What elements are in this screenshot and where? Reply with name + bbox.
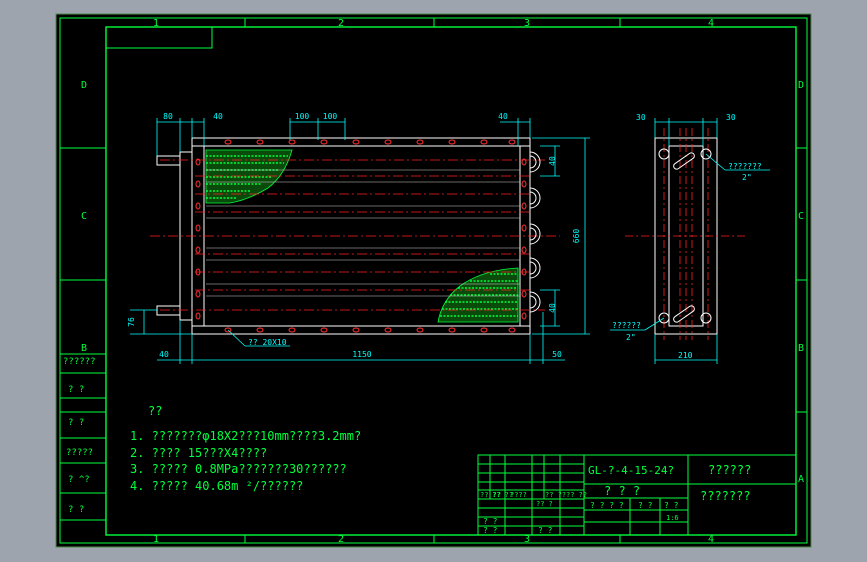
callout-top: ??????? <box>728 162 762 171</box>
name-sub: ? ? ? <box>604 484 640 498</box>
hdr-cell-5: ?? ?? <box>566 491 587 499</box>
zone-right-d: D <box>798 80 804 91</box>
drawing-number: GL-?-4-15-24? <box>588 464 674 477</box>
strip-label-1: ?????? <box>63 357 96 367</box>
zone-bottom-3: 3 <box>524 534 530 545</box>
cell-b: ? ? <box>638 501 653 510</box>
zone-top-4: 4 <box>708 18 714 29</box>
zone-top-1: 1 <box>153 18 159 29</box>
dim-40-top-left: 40 <box>213 112 223 121</box>
strip-label-2: ? ? <box>68 385 84 395</box>
organization: ??????? <box>700 489 751 503</box>
dim-40-bottom: 40 <box>159 350 169 359</box>
dim-50: 50 <box>552 350 562 359</box>
dim-40-top-right: 40 <box>498 112 508 121</box>
dim-30-left: 30 <box>636 113 646 122</box>
callout-top-sub: 2" <box>742 173 752 182</box>
dim-210: 210 <box>678 351 693 360</box>
left-cell-a: ? ? <box>483 517 498 526</box>
zone-bottom-2: 2 <box>338 534 344 545</box>
zone-top-3: 3 <box>524 18 530 29</box>
left-cell-b: ? ? <box>483 526 498 535</box>
cad-drawing: 1 2 3 4 1 2 3 4 D C B D C B A ?????? ? ?… <box>55 13 812 548</box>
scale: 1:6 <box>666 514 679 522</box>
callout-bottom: ?????? <box>612 321 641 330</box>
dim-76: 76 <box>127 317 136 327</box>
dim-100-b: 100 <box>323 112 338 121</box>
dim-100-a: 100 <box>295 112 310 121</box>
zone-right-a: A <box>798 474 804 485</box>
zone-bottom-1: 1 <box>153 534 159 545</box>
hdr-cell-4: ?? ?? <box>545 491 566 499</box>
hdr-cell-3: ???? <box>510 491 527 499</box>
zone-top-2: 2 <box>338 18 344 29</box>
dim-30-right: 30 <box>726 113 736 122</box>
note-3: 3. ????? 0.8MPa???????30?????? <box>130 462 347 476</box>
notes-heading: ?? <box>148 404 162 418</box>
zone-right-c: C <box>798 211 804 222</box>
dim-40-right-bottom: 40 <box>548 303 557 313</box>
zone-right-b: B <box>798 343 804 354</box>
zone-left-b: B <box>81 343 87 354</box>
hole-callout: ?? 20X10 <box>248 338 287 347</box>
dim-1150: 1150 <box>352 350 371 359</box>
cell-c: ? ? <box>664 501 679 510</box>
note-1: 1. ???????φ18X2???10mm????3.2mm? <box>130 429 361 443</box>
dim-40-right-top: 40 <box>548 156 557 166</box>
note-2: 2. ???? 15???X4???? <box>130 446 267 460</box>
strip-label-3: ? ? <box>68 418 84 428</box>
zone-left-d: D <box>81 80 87 91</box>
strip-label-6: ? ? <box>68 505 84 515</box>
row-b-label: ?? ? <box>536 500 553 508</box>
left-cell-c: ? ? <box>538 526 553 535</box>
zone-bottom-4: 4 <box>708 534 714 545</box>
strip-label-5: ? ^? <box>68 475 90 485</box>
zone-left-c: C <box>81 211 87 222</box>
dim-80: 80 <box>163 112 173 121</box>
callout-bottom-sub: 2" <box>626 333 636 342</box>
title-right: ?????? <box>708 463 751 477</box>
strip-label-4: ????? <box>66 448 93 458</box>
dim-660: 660 <box>572 229 581 244</box>
note-4: 4. ????? 40.68m ²/?????? <box>130 479 303 493</box>
cell-a: ? ? ? ? <box>590 501 624 510</box>
